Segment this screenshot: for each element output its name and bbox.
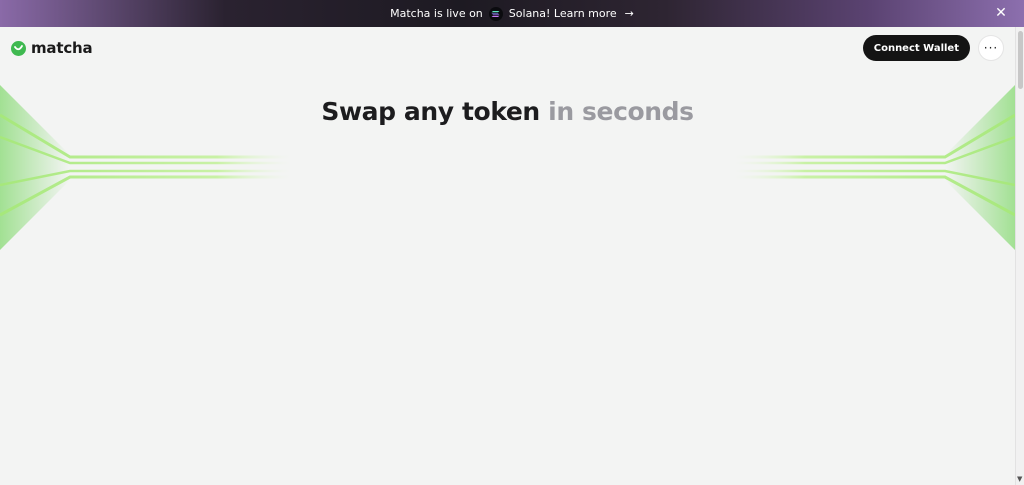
right-streak (735, 169, 1015, 187)
top-nav: matcha Connect Wallet ··· (0, 27, 1015, 69)
logo-text: matcha (31, 39, 93, 57)
close-icon[interactable]: ✕ (993, 5, 1009, 21)
header-actions: Connect Wallet ··· (862, 35, 1004, 61)
hero-title-muted: in seconds (548, 97, 694, 126)
hero-title: Swap any token in seconds (0, 97, 1015, 126)
right-streak (735, 175, 1015, 217)
matcha-logo-icon (11, 40, 26, 56)
connect-wallet-button[interactable]: Connect Wallet (862, 35, 970, 61)
banner-link-text[interactable]: Solana! Learn more (509, 7, 617, 20)
hero-title-main: Swap any token (321, 97, 540, 126)
logo[interactable]: matcha (11, 39, 93, 57)
solana-icon (488, 6, 503, 21)
arrow-right-icon[interactable]: → (625, 7, 634, 20)
banner-text-before: Matcha is live on (390, 7, 483, 20)
left-streak (0, 169, 290, 187)
right-streak (735, 135, 1015, 165)
banner-content[interactable]: Matcha is live on Solana! Learn more → (390, 6, 634, 21)
more-options-icon[interactable]: ··· (978, 35, 1004, 61)
page: Matcha is live on Solana! Learn more → ✕… (0, 0, 1024, 485)
scroll-down-icon[interactable]: ▼ (1017, 475, 1022, 483)
scrollbar[interactable]: ▼ (1015, 27, 1024, 485)
announcement-banner[interactable]: Matcha is live on Solana! Learn more → ✕ (0, 0, 1024, 27)
left-streak (0, 175, 290, 217)
scrollbar-thumb[interactable] (1018, 31, 1023, 89)
left-streak (0, 135, 290, 165)
